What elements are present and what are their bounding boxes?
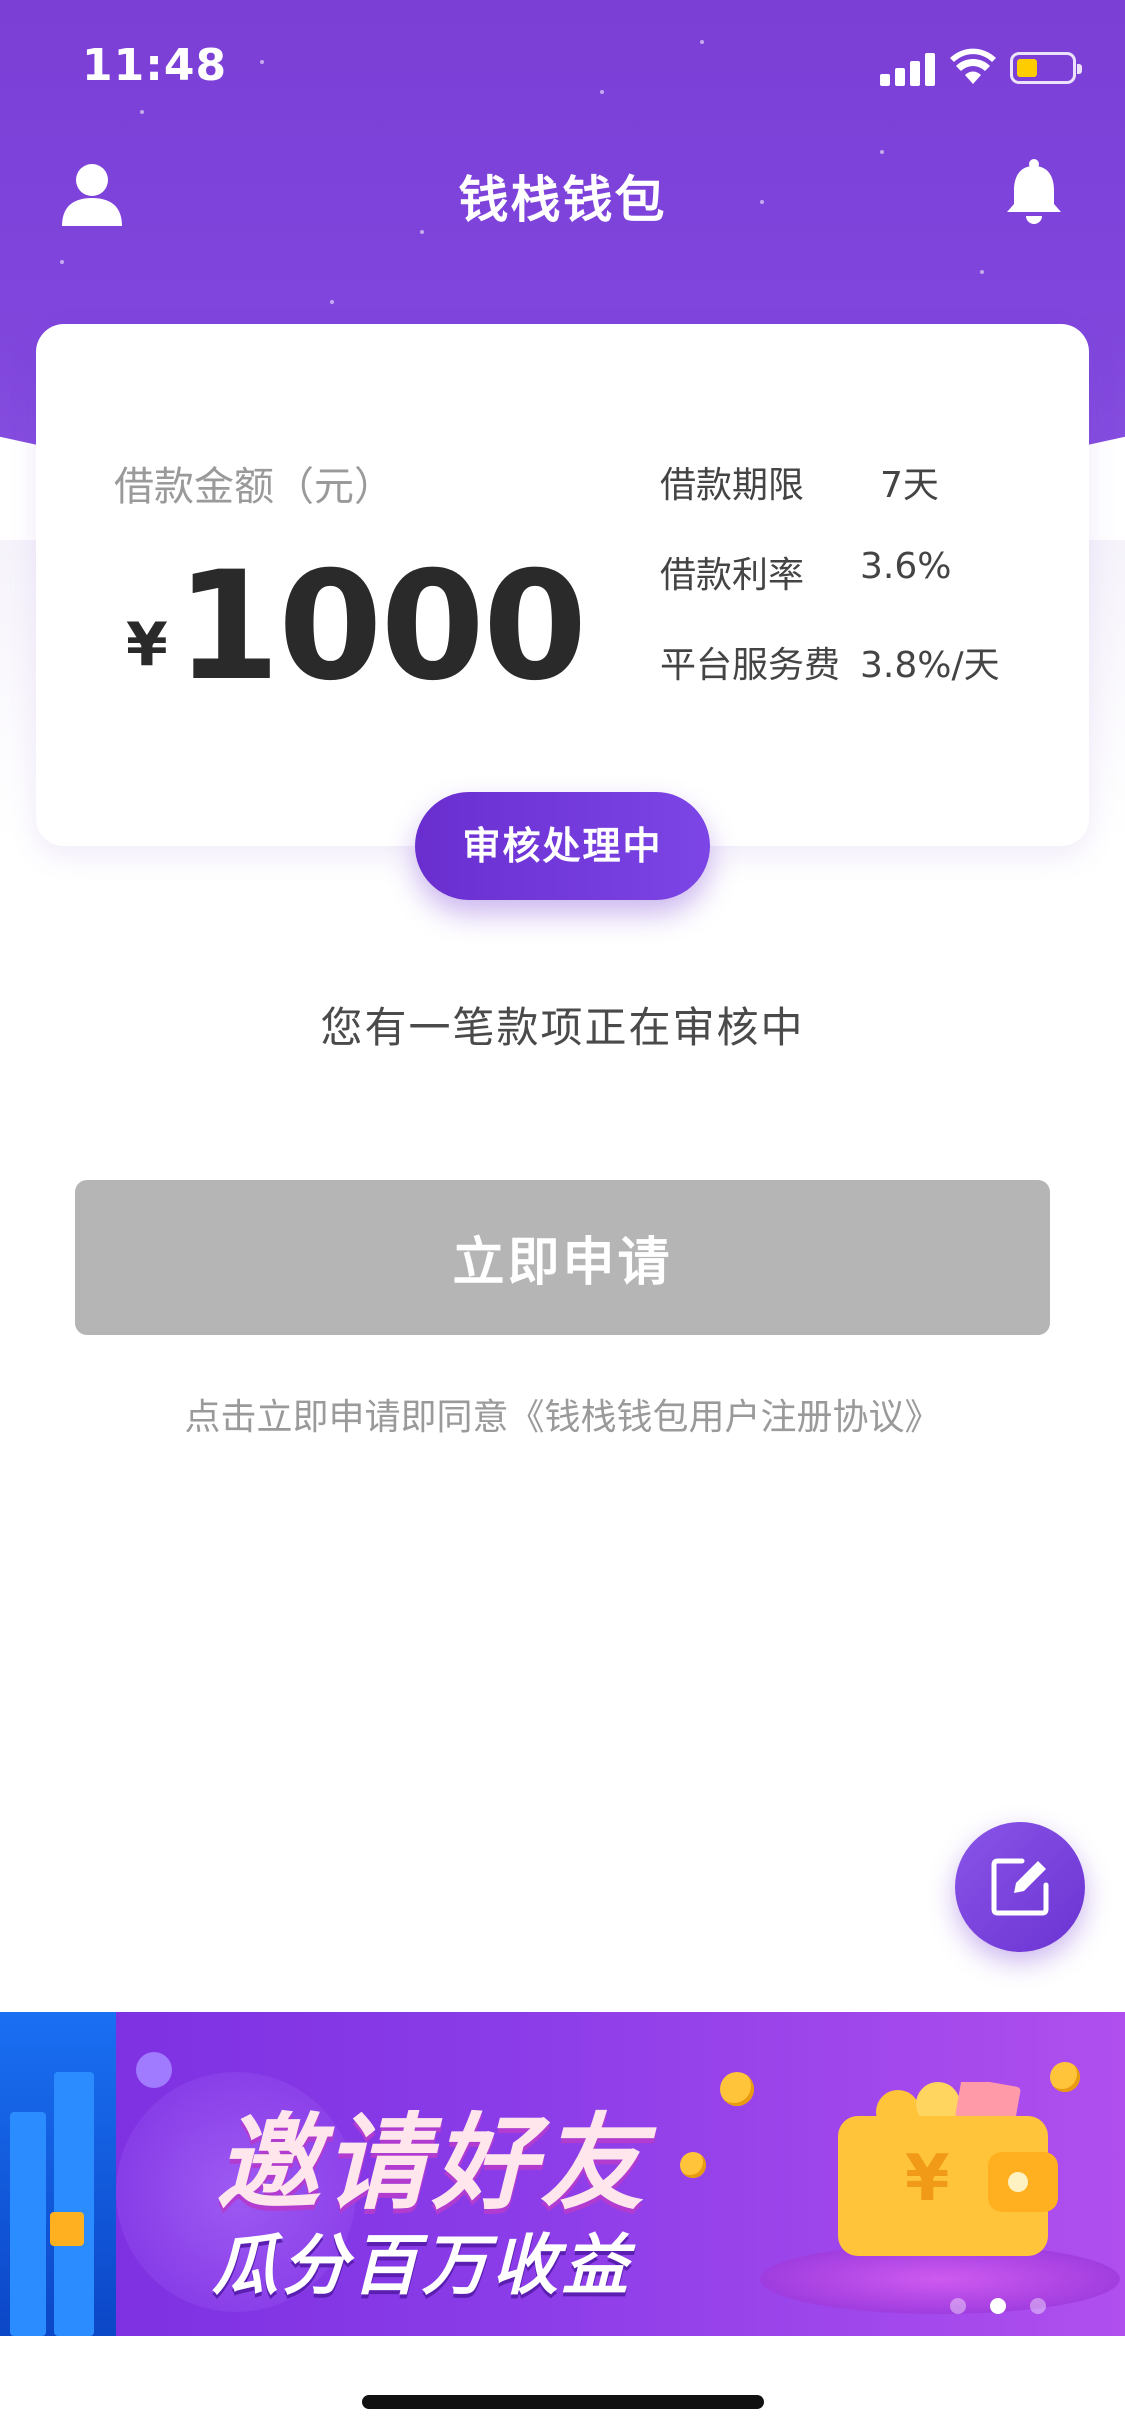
bell-icon[interactable] bbox=[1005, 158, 1063, 228]
pagination-dot-active[interactable] bbox=[990, 2298, 1006, 2314]
page-title: 钱栈钱包 bbox=[458, 171, 667, 229]
home-indicator[interactable] bbox=[362, 2395, 764, 2409]
review-message: 您有一笔款项正在审核中 bbox=[320, 1003, 805, 1052]
edit-icon bbox=[991, 1858, 1049, 1916]
term-value: 7天 bbox=[880, 465, 939, 506]
wallet-symbol: ¥ bbox=[905, 2142, 950, 2216]
currency-symbol: ¥ bbox=[126, 610, 168, 680]
loan-card: 借款金额（元） ¥ 1000 借款期限 7天 借款利率 3.6% 平台服务费 3… bbox=[36, 324, 1089, 846]
loan-amount: ¥ 1000 bbox=[126, 540, 587, 714]
pagination-dot[interactable] bbox=[950, 2298, 966, 2314]
loan-terms: 借款期限 7天 借款利率 3.6% 平台服务费 3.8%/天 bbox=[660, 456, 1060, 726]
term-label: 借款期限 bbox=[660, 465, 805, 506]
banner-subtitle: 瓜分百万收益 bbox=[212, 2227, 632, 2304]
status-time: 11:48 bbox=[82, 40, 228, 91]
pagination-dot[interactable] bbox=[1030, 2298, 1046, 2314]
term-value: 3.8%/天 bbox=[860, 645, 1000, 686]
term-label: 平台服务费 bbox=[660, 645, 841, 686]
amount-value: 1000 bbox=[175, 540, 587, 714]
agreement-link[interactable]: 点击立即申请即同意《钱栈钱包用户注册协议》 bbox=[0, 1388, 1125, 1440]
amount-label: 借款金额（元） bbox=[114, 464, 394, 510]
app-screen: 11:48 钱栈钱包 借款金额（元） ¥ 1000 借款期限 7天 借款利率 3… bbox=[0, 0, 1125, 2436]
banner-title: 邀请好友 bbox=[216, 2102, 649, 2224]
term-row-rate: 借款利率 3.6% bbox=[660, 546, 1060, 636]
term-row-fee: 平台服务费 3.8%/天 bbox=[660, 636, 1060, 726]
review-status-badge: 审核处理中 bbox=[415, 792, 710, 900]
status-bar: 11:48 bbox=[0, 0, 1125, 140]
promo-banner[interactable]: 邀请好友 瓜分百万收益 ¥ bbox=[0, 2012, 1125, 2336]
battery-icon bbox=[1010, 52, 1082, 84]
apply-now-button[interactable]: 立即申请 bbox=[75, 1180, 1050, 1335]
cellular-signal-icon bbox=[880, 52, 936, 86]
banner-pagination[interactable] bbox=[950, 2298, 1046, 2314]
term-label: 借款利率 bbox=[660, 555, 805, 596]
previous-banner-peek bbox=[0, 2012, 116, 2336]
edit-fab-button[interactable] bbox=[955, 1822, 1085, 1952]
term-row-period: 借款期限 7天 bbox=[660, 456, 1060, 546]
battery-level bbox=[1017, 59, 1037, 77]
term-value: 3.6% bbox=[860, 546, 952, 587]
wifi-icon bbox=[950, 48, 996, 84]
